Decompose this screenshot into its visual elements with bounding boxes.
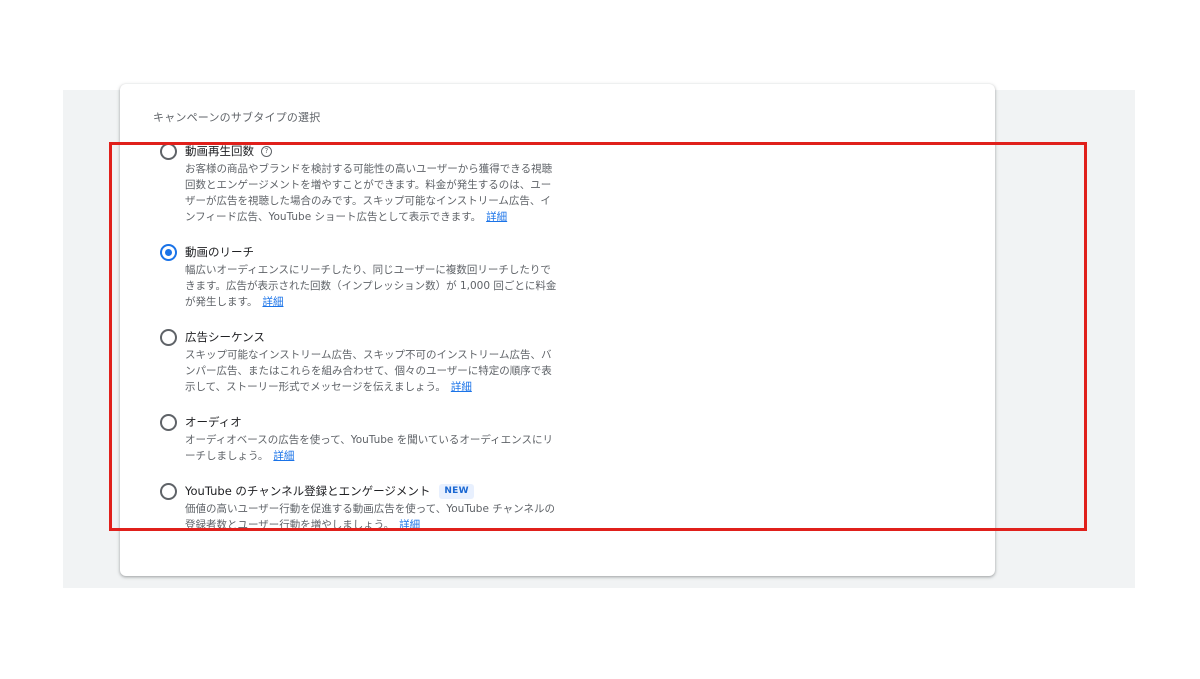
option-title: 動画のリーチ [185, 244, 254, 261]
option-title: 動画再生回数 ? [185, 143, 272, 160]
learn-more-link[interactable]: 詳細 [273, 450, 294, 462]
description-line: スキップ可能なインストリーム広告、スキップ不可のインストリーム広告、バ [185, 349, 552, 361]
option-title-text: 動画再生回数 [185, 144, 254, 158]
learn-more-link[interactable]: 詳細 [399, 519, 420, 531]
description-text: 登録者数とユーザー行動を増やしましょう。 [185, 519, 395, 531]
learn-more-link[interactable]: 詳細 [451, 381, 472, 393]
page: キャンペーンのサブタイプの選択 動画再生回数 ? お客様の商品やブランドを検討す… [0, 0, 1200, 679]
description-line: 回数とエンゲージメントを増やすことができます。料金が発生するのは、ユー [185, 179, 552, 191]
option-title: 広告シーケンス [185, 329, 265, 346]
option-title: YouTube のチャンネル登録とエンゲージメント NEW [185, 483, 474, 500]
help-icon[interactable]: ? [261, 146, 272, 157]
section-title: キャンペーンのサブタイプの選択 [153, 111, 321, 124]
option-description: オーディオベースの広告を使って、YouTube を聞いているオーディエンスにリ … [185, 432, 590, 464]
option-description: スキップ可能なインストリーム広告、スキップ不可のインストリーム広告、バ ンパー広… [185, 347, 590, 395]
radio-video-views[interactable] [160, 143, 177, 160]
option-title: オーディオ [185, 414, 242, 431]
description-line: オーディオベースの広告を使って、YouTube を聞いているオーディエンスにリ [185, 434, 553, 446]
options-scroll-area[interactable]: 動画再生回数 ? お客様の商品やブランドを検討する可能性の高いユーザーから獲得で… [120, 140, 995, 531]
description-line-last: が発生します。 詳細 [185, 294, 590, 310]
option-title-text: YouTube のチャンネル登録とエンゲージメント [185, 484, 431, 498]
radio-ad-sequence[interactable] [160, 329, 177, 346]
description-text: ンフィード広告、YouTube ショート広告として表示できます。 [185, 211, 482, 223]
description-line: きます。広告が表示された回数（インプレッション数）が 1,000 回ごとに料金 [185, 280, 557, 292]
option-title-text: オーディオ [185, 415, 242, 429]
description-line-last: ーチしましょう。 詳細 [185, 448, 590, 464]
campaign-subtype-card: キャンペーンのサブタイプの選択 動画再生回数 ? お客様の商品やブランドを検討す… [120, 84, 995, 576]
option-description: 価値の高いユーザー行動を促進する動画広告を使って、YouTube チャンネルの … [185, 501, 590, 531]
radio-video-reach[interactable] [160, 244, 177, 261]
radio-youtube-engagement[interactable] [160, 483, 177, 500]
description-text: ーチしましょう。 [185, 450, 269, 462]
description-text: 示して、ストーリー形式でメッセージを伝えましょう。 [185, 381, 446, 393]
description-line: 価値の高いユーザー行動を促進する動画広告を使って、YouTube チャンネルの [185, 503, 555, 515]
radio-audio[interactable] [160, 414, 177, 431]
learn-more-link[interactable]: 詳細 [486, 211, 507, 223]
description-line: ンパー広告、またはこれらを組み合わせて、個々のユーザーに特定の順序で表 [185, 365, 552, 377]
description-line: ザーが広告を視聴した場合のみです。スキップ可能なインストリーム広告、イ [185, 195, 551, 207]
description-line: 幅広いオーディエンスにリーチしたり、同じユーザーに複数回リーチしたりで [185, 264, 551, 276]
option-description: 幅広いオーディエンスにリーチしたり、同じユーザーに複数回リーチしたりで きます。… [185, 262, 590, 310]
new-badge: NEW [439, 484, 474, 499]
option-title-text: 広告シーケンス [185, 330, 265, 344]
description-line: お客様の商品やブランドを検討する可能性の高いユーザーから獲得できる視聴 [185, 163, 553, 175]
description-line-last: 示して、ストーリー形式でメッセージを伝えましょう。 詳細 [185, 379, 590, 395]
option-title-text: 動画のリーチ [185, 245, 254, 259]
description-text: が発生します。 [185, 296, 258, 308]
description-line-last: 登録者数とユーザー行動を増やしましょう。 詳細 [185, 517, 590, 531]
option-description: お客様の商品やブランドを検討する可能性の高いユーザーから獲得できる視聴 回数とエ… [185, 161, 590, 225]
description-line-last: ンフィード広告、YouTube ショート広告として表示できます。 詳細 [185, 209, 590, 225]
learn-more-link[interactable]: 詳細 [262, 296, 283, 308]
